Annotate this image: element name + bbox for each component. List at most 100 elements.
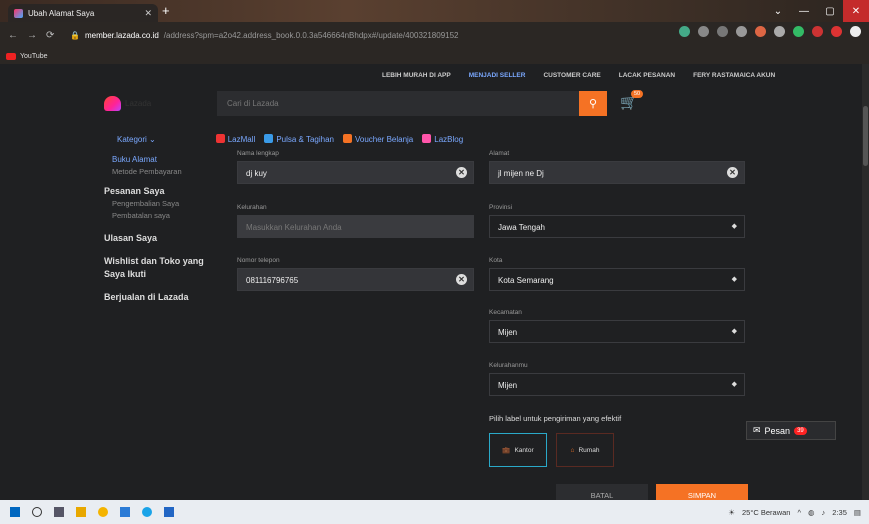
network-icon[interactable]: ◍ (808, 508, 815, 517)
select-caret-icon: ◆ (731, 328, 737, 335)
link-pulsa[interactable]: Pulsa & Tagihan (264, 134, 334, 144)
close-window-icon[interactable]: ✕ (843, 0, 869, 22)
cart-count-badge: 50 (631, 90, 644, 98)
sidebar-item-berjualan[interactable]: Berjualan di Lazada (104, 291, 214, 304)
system-tray: ☀ 25°C Berawan ^ ◍ ♪ 2:35 ▤ (728, 500, 861, 524)
edge-icon[interactable] (142, 507, 152, 517)
sidebar-item-metode[interactable]: Metode Pembayaran (112, 166, 214, 178)
search-icon: ⚲ (588, 98, 598, 110)
kota-value: Kota Semarang (498, 276, 554, 285)
bookmark-youtube[interactable]: YouTube (20, 53, 48, 60)
sidebar-item-pembatalan[interactable]: Pembatalan saya (112, 210, 214, 222)
task-view-icon[interactable] (54, 507, 64, 517)
google-lens-icon[interactable] (679, 26, 690, 37)
volume-icon[interactable]: ♪ (822, 508, 826, 517)
extension-icon-2[interactable] (774, 26, 785, 37)
link-app[interactable]: LEBIH MURAH DI APP (382, 72, 451, 79)
search-button[interactable]: ⚲ (579, 91, 607, 116)
select-caret-icon: ◆ (731, 381, 737, 388)
lazada-logo[interactable]: Lazada (104, 96, 151, 111)
chevron-down-icon: ⌄ (149, 134, 156, 144)
category-row: Kategori ⌄ LazMall Pulsa & Tagihan Vouch… (117, 134, 463, 144)
clear-alamat-icon[interactable]: ✕ (727, 167, 738, 178)
reload-icon[interactable]: ⟳ (46, 30, 54, 41)
address-bar-row: ← → ⟳ 🔒 member.lazada.co.id/address?spm=… (0, 22, 869, 48)
extension-icon-5[interactable] (831, 26, 842, 37)
lazada-heart-icon (104, 96, 121, 111)
alamat-field[interactable]: jl mijen ne Dj ✕ (489, 161, 745, 184)
extension-icon[interactable] (755, 26, 766, 37)
kelurahan-field[interactable]: Masukkan Kelurahan Anda (237, 215, 474, 238)
back-icon[interactable]: ← (8, 30, 18, 41)
provinsi-value: Jawa Tengah (498, 223, 545, 232)
link-track-order[interactable]: LACAK PESANAN (619, 72, 675, 79)
forward-icon[interactable]: → (27, 30, 37, 41)
clear-telepon-icon[interactable]: ✕ (456, 274, 467, 285)
sidebar-item-pengembalian[interactable]: Pengembalian Saya (112, 198, 214, 210)
rumah-label-button[interactable]: ⌂ Rumah (556, 433, 614, 467)
kategori-label: Kategori (117, 134, 147, 144)
share-icon[interactable] (717, 26, 728, 37)
start-icon[interactable] (10, 507, 20, 517)
link-lazmall[interactable]: LazMall (215, 134, 256, 144)
telepon-value: 081116796765 (246, 276, 299, 285)
provinsi-select[interactable]: Jawa Tengah ◆ (489, 215, 745, 238)
url-input[interactable]: 🔒 member.lazada.co.id/address?spm=a2o42.… (70, 26, 665, 44)
cart-button[interactable]: 🛒 50 (620, 90, 644, 114)
pulsa-icon (264, 134, 274, 143)
link-seller[interactable]: MENJADI SELLER (469, 72, 526, 79)
kecamatan-select[interactable]: Mijen ◆ (489, 320, 745, 343)
weather-text[interactable]: 25°C Berawan (742, 508, 790, 517)
kantor-label-button[interactable]: 💼 Kantor (489, 433, 547, 467)
simpan-button[interactable]: SIMPAN (656, 484, 748, 500)
browser-tab[interactable]: Ubah Alamat Saya ✕ (8, 4, 158, 22)
chat-button[interactable]: ✉ Pesan 39 (746, 421, 836, 440)
nama-field[interactable]: dj kuy ✕ (237, 161, 474, 184)
app-icon[interactable] (120, 507, 130, 517)
file-explorer-icon[interactable] (76, 507, 86, 517)
clear-nama-icon[interactable]: ✕ (456, 167, 467, 178)
sidebar-item-wishlist[interactable]: Wishlist dan Toko yang Saya Ikuti (104, 255, 214, 281)
translate-icon[interactable] (698, 26, 709, 37)
maximize-icon[interactable]: ▢ (817, 0, 843, 22)
nama-label: Nama lengkap (237, 150, 279, 157)
account-sidebar: Buku Alamat Metode Pembayaran Pesanan Sa… (104, 154, 214, 304)
url-path: /address?spm=a2o42.address_book.0.0.3a54… (163, 30, 459, 40)
link-customer-care[interactable]: CUSTOMER CARE (543, 72, 600, 79)
kelurahanmu-select[interactable]: Mijen ◆ (489, 373, 745, 396)
kecamatan-label: Kecamatan (489, 309, 522, 316)
telepon-field[interactable]: 081116796765 ✕ (237, 268, 474, 291)
sidebar-item-ulasan[interactable]: Ulasan Saya (104, 232, 214, 245)
kategori-dropdown[interactable]: Kategori ⌄ (117, 135, 156, 144)
clock[interactable]: 2:35 (832, 508, 847, 517)
logo-text: Lazada (125, 99, 152, 108)
provinsi-label: Provinsi (489, 204, 513, 211)
link-voucher[interactable]: Voucher Belanja (342, 134, 413, 144)
chrome-icon[interactable] (98, 507, 108, 517)
new-tab-icon[interactable]: + (162, 4, 170, 18)
sidebar-item-pesanan[interactable]: Pesanan Saya (104, 185, 214, 198)
extension-icon-4[interactable] (812, 26, 823, 37)
profile-avatar-icon[interactable] (850, 26, 861, 37)
home-icon: ⌂ (570, 446, 575, 454)
kelurahan-placeholder: Masukkan Kelurahan Anda (246, 223, 342, 232)
search-input[interactable]: Cari di Lazada (217, 91, 579, 116)
kota-select[interactable]: Kota Semarang ◆ (489, 268, 745, 291)
sidebar-item-buku-alamat[interactable]: Buku Alamat (112, 154, 214, 166)
link-account[interactable]: FERY RASTAMAICA AKUN (693, 72, 775, 79)
page-scrollbar[interactable] (862, 64, 869, 500)
link-lazblog[interactable]: LazBlog (422, 134, 463, 144)
store-icon[interactable] (164, 507, 174, 517)
kecamatan-value: Mijen (498, 328, 518, 337)
notification-icon[interactable]: ▤ (854, 508, 861, 517)
tray-chevron-icon[interactable]: ^ (797, 508, 801, 517)
tab-search-icon[interactable]: ⌄ (765, 0, 791, 22)
search-taskbar-icon[interactable] (32, 507, 42, 517)
close-tab-icon[interactable]: ✕ (144, 8, 152, 19)
extension-icon-3[interactable] (793, 26, 804, 37)
bookmark-star-icon[interactable] (736, 26, 747, 37)
minimize-icon[interactable]: — (791, 0, 817, 22)
scrollbar-thumb[interactable] (863, 106, 868, 166)
batal-button[interactable]: BATAL (556, 484, 648, 500)
lazmall-label: LazMall (227, 135, 256, 144)
